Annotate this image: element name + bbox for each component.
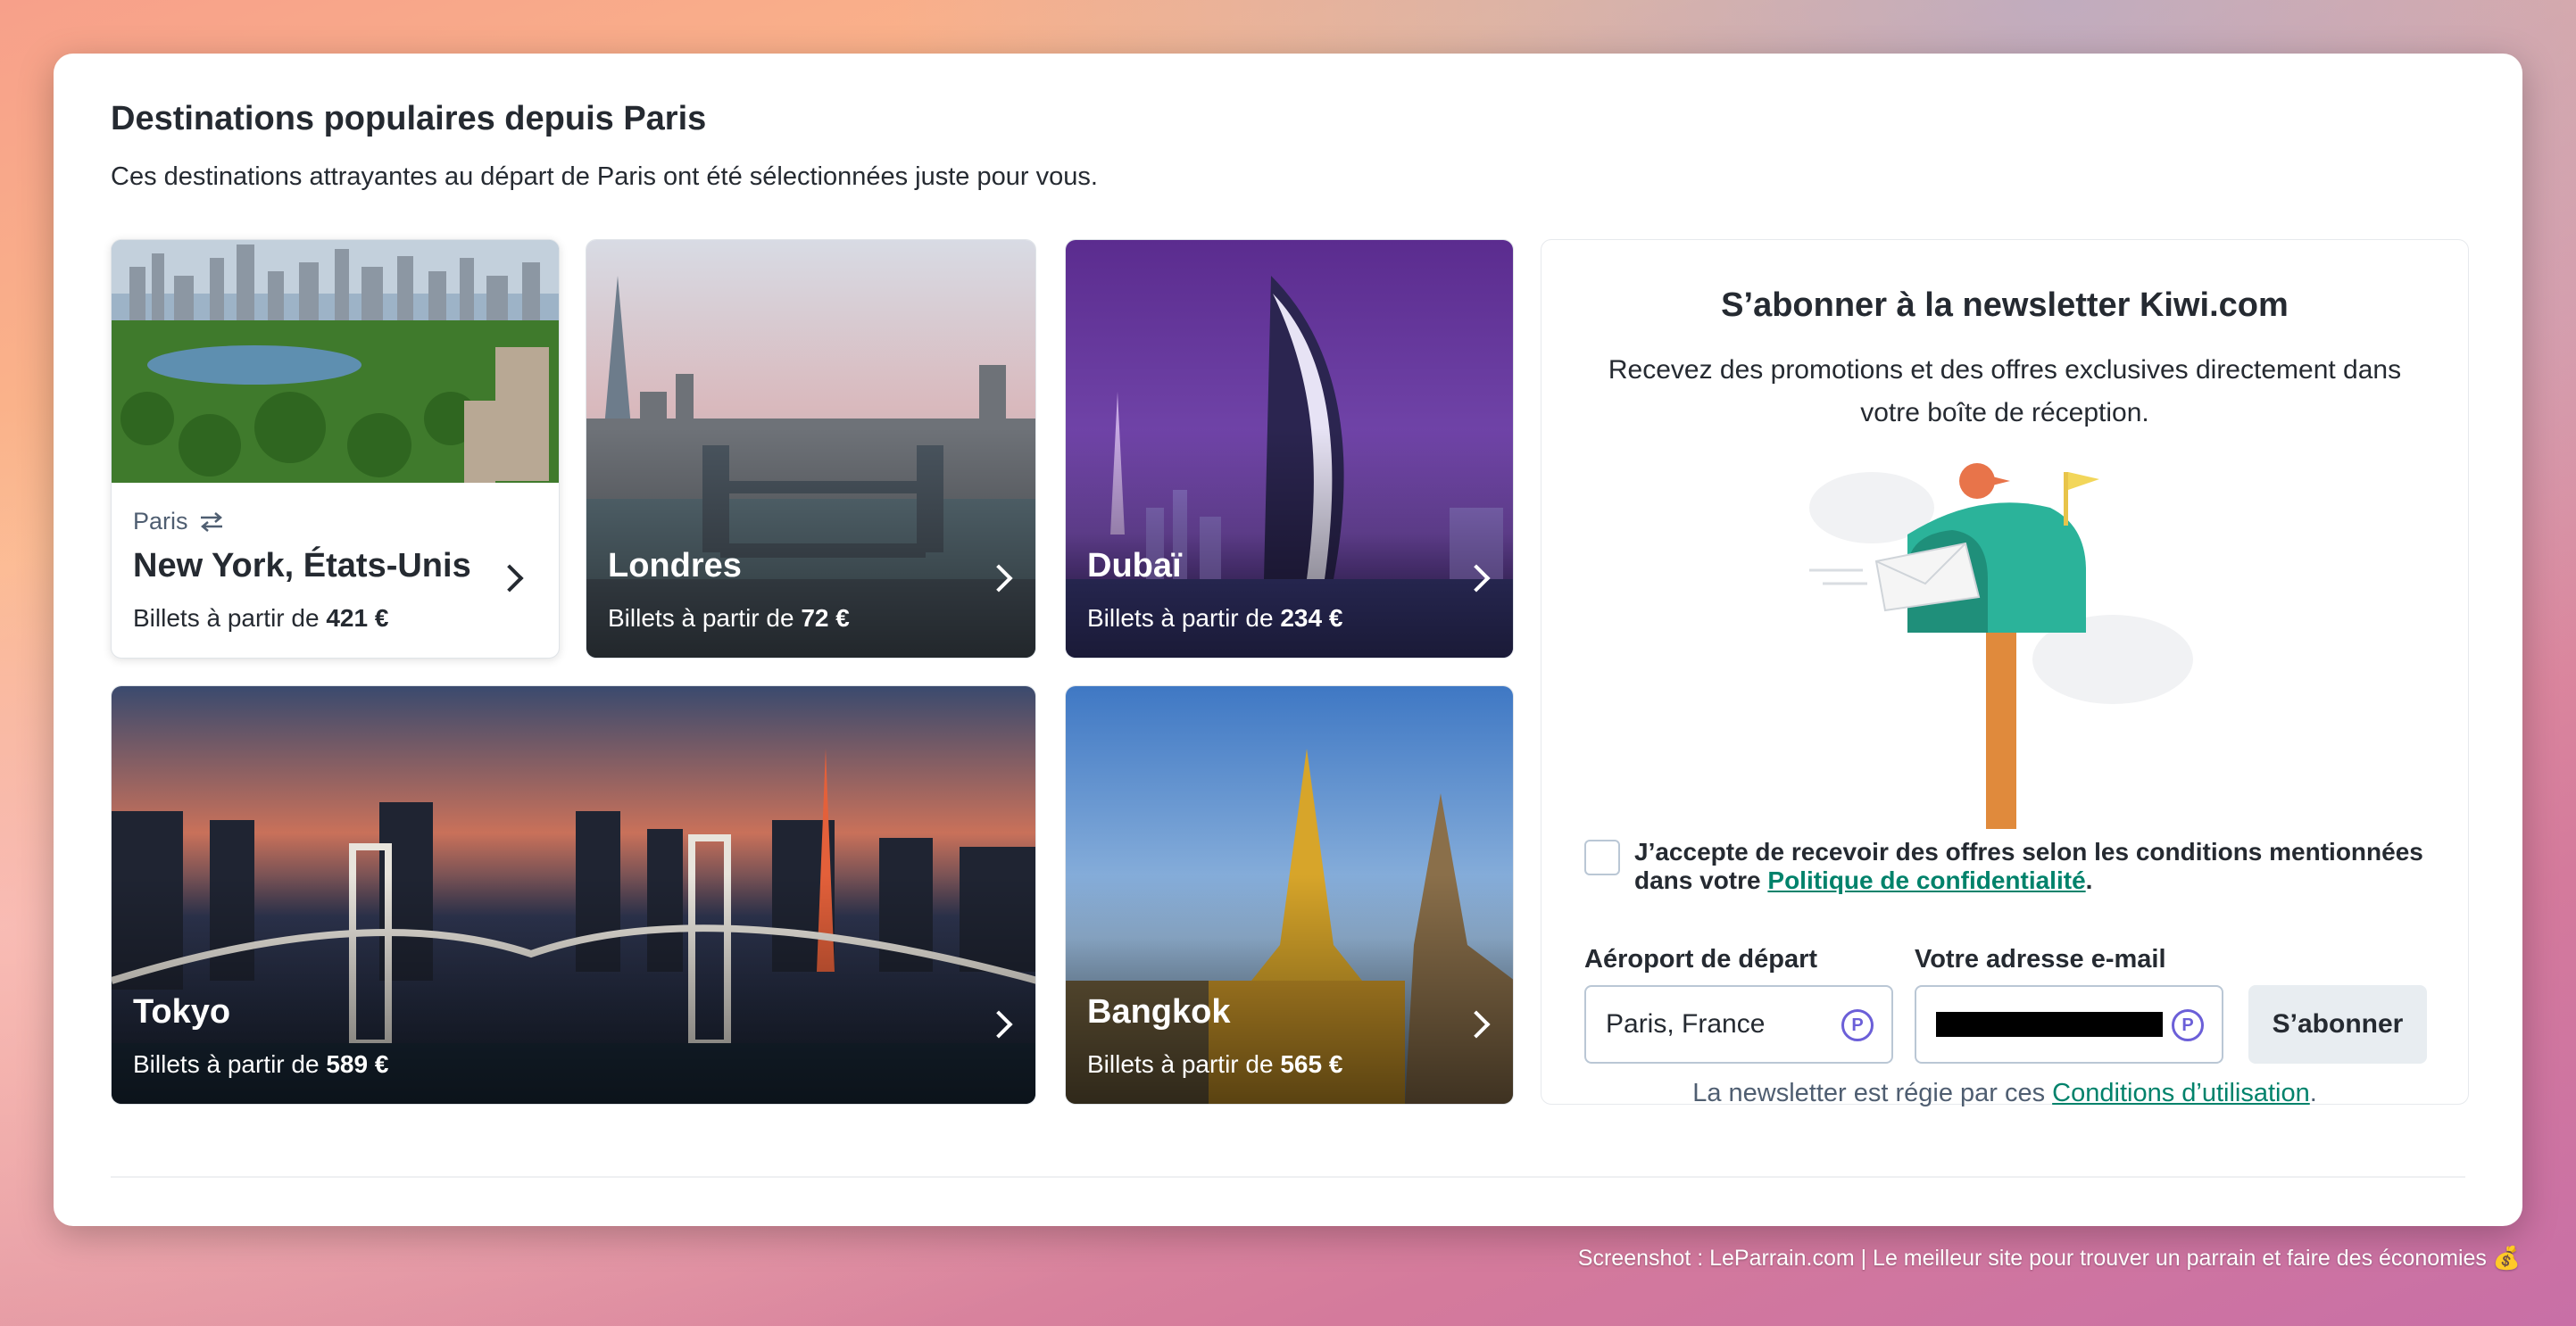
price-value: 234 € [1280, 604, 1343, 632]
consent-checkbox[interactable] [1584, 840, 1620, 875]
price-prefix: Billets à partir de [133, 1050, 327, 1078]
terms-link[interactable]: Conditions d’utilisation [2052, 1079, 2310, 1107]
section-subtitle: Ces destinations attrayantes au départ d… [111, 162, 1098, 191]
newsletter-title: S’abonner à la newsletter Kiwi.com [1721, 286, 2289, 324]
destination-price: Billets à partir de 72 € [608, 604, 850, 633]
consent-row: J’accepte de recevoir des offres selon l… [1584, 838, 2441, 895]
screenshot-credit: Screenshot : LeParrain.com | Le meilleur… [1577, 1246, 2521, 1271]
price-value: 72 € [801, 604, 850, 632]
destination-card-new-york[interactable]: Paris New York, États-Unis Billets à par… [111, 239, 560, 659]
password-manager-icon[interactable]: P [1841, 1009, 1874, 1041]
popular-destinations-panel: Destinations populaires depuis Paris Ces… [54, 54, 2522, 1226]
destination-name: Tokyo [133, 993, 231, 1031]
destination-price: Billets à partir de 421 € [133, 604, 388, 633]
price-value: 589 € [326, 1050, 389, 1078]
price-value: 421 € [326, 604, 389, 632]
new-york-photo [112, 240, 559, 483]
destination-name: Bangkok [1087, 993, 1231, 1031]
destination-price: Billets à partir de 589 € [133, 1050, 388, 1079]
origin-city: Paris [133, 508, 188, 535]
destination-card-bangkok[interactable]: Bangkok Billets à partir de 565 € [1065, 685, 1514, 1105]
redacted-email [1936, 1012, 2163, 1037]
destination-card-londres[interactable]: Londres Billets à partir de 72 € [586, 239, 1036, 659]
destination-card-tokyo[interactable]: Tokyo Billets à partir de 589 € [111, 685, 1036, 1105]
consent-end: . [2085, 866, 2093, 894]
consent-text: J’accepte de recevoir des offres selon l… [1634, 838, 2441, 895]
email-input[interactable]: P [1915, 985, 2223, 1064]
airport-input[interactable]: Paris, France P [1584, 985, 1893, 1064]
destination-price: Billets à partir de 234 € [1087, 604, 1342, 633]
swap-arrows-icon [200, 511, 222, 532]
chevron-right-icon [495, 564, 524, 593]
section-title: Destinations populaires depuis Paris [111, 100, 707, 137]
price-prefix: Billets à partir de [608, 604, 802, 632]
airport-label: Aéroport de départ [1584, 945, 1818, 974]
terms-text: La newsletter est régie par ces Conditio… [1541, 1079, 2468, 1108]
password-manager-icon[interactable]: P [2172, 1009, 2204, 1041]
destination-name: Dubaï [1087, 547, 1182, 584]
terms-end: . [2309, 1079, 2317, 1107]
email-label: Votre adresse e-mail [1915, 945, 2166, 974]
section-divider [111, 1176, 2465, 1178]
destination-price: Billets à partir de 565 € [1087, 1050, 1342, 1079]
privacy-policy-link[interactable]: Politique de confidentialité [1767, 866, 2085, 894]
destination-name: Londres [608, 547, 742, 584]
subscribe-button[interactable]: S’abonner [2248, 985, 2427, 1064]
destination-card-dubai[interactable]: Dubaï Billets à partir de 234 € [1065, 239, 1514, 659]
mailbox-illustration [1809, 463, 2193, 829]
price-value: 565 € [1280, 1050, 1343, 1078]
price-prefix: Billets à partir de [133, 604, 327, 632]
newsletter-box: S’abonner à la newsletter Kiwi.com Recev… [1541, 239, 2469, 1108]
origin-label: Paris [133, 508, 226, 535]
price-prefix: Billets à partir de [1087, 1050, 1281, 1078]
airport-value: Paris, France [1606, 1009, 1766, 1039]
terms-label: La newsletter est régie par ces [1692, 1079, 2053, 1107]
newsletter-description: Recevez des promotions et des offres exc… [1608, 355, 2402, 427]
price-prefix: Billets à partir de [1087, 604, 1281, 632]
destination-name: New York, États-Unis [133, 547, 471, 584]
